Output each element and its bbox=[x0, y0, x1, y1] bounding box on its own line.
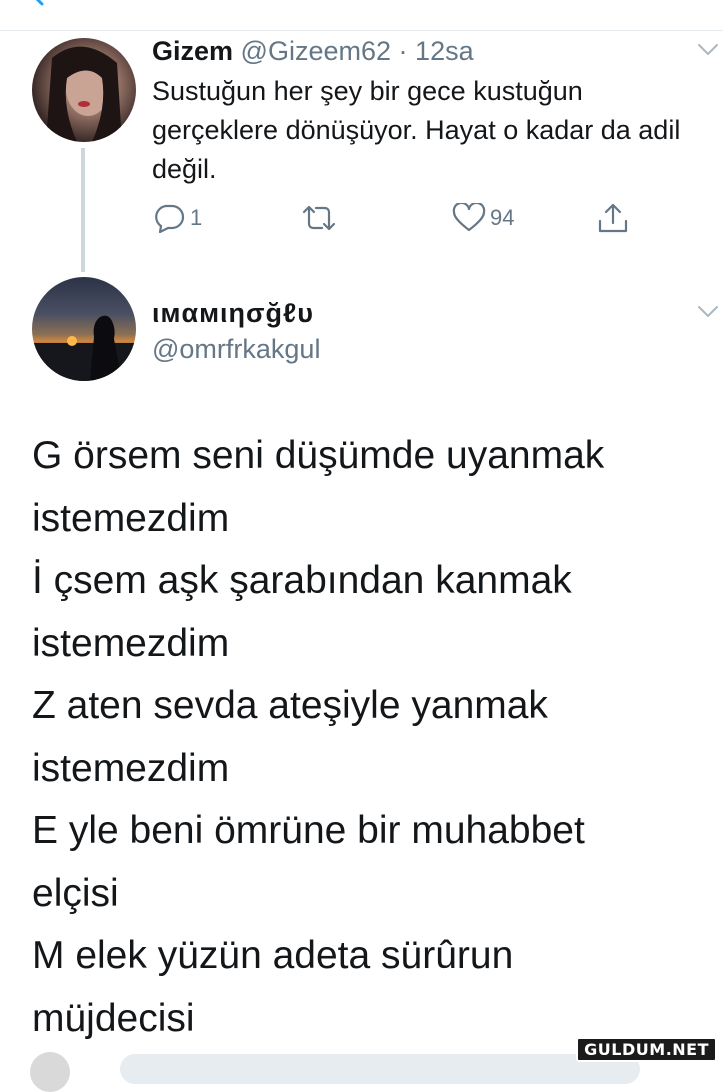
poem-line: İ çsem aşk şarabından kanmak bbox=[32, 559, 572, 602]
reply-icon bbox=[155, 204, 185, 233]
avatar[interactable] bbox=[32, 38, 136, 142]
retweet-icon bbox=[302, 205, 336, 231]
poem-line: elçisi bbox=[32, 871, 119, 915]
separator: · bbox=[398, 36, 408, 66]
tweet-actions: 1 94 bbox=[152, 198, 642, 238]
like-count: 94 bbox=[490, 205, 515, 230]
tweet-header: Gizem @Gizeem62 · 12sa bbox=[152, 34, 474, 68]
top-strip bbox=[0, 0, 723, 31]
share-icon bbox=[598, 203, 628, 233]
user-handle[interactable]: @omrfrkakgul bbox=[152, 332, 320, 366]
retweet-button[interactable] bbox=[300, 198, 342, 238]
user-handle[interactable]: @Gizeem62 bbox=[241, 36, 391, 66]
watermark: GULDUM.NET bbox=[576, 1037, 717, 1062]
poem-line: M elek yüzün adeta sürûrun bbox=[32, 934, 514, 977]
reply-input[interactable] bbox=[120, 1054, 640, 1084]
tweet-time[interactable]: 12sa bbox=[415, 36, 474, 66]
poem-line: istemezdim bbox=[32, 496, 230, 540]
reply-count: 1 bbox=[190, 205, 203, 230]
avatar-photo bbox=[32, 315, 136, 381]
display-name[interactable]: Gizem bbox=[152, 36, 233, 66]
poem-line: istemezdim bbox=[32, 621, 230, 665]
like-button[interactable]: 94 bbox=[452, 198, 514, 238]
avatar-photo bbox=[46, 46, 122, 142]
display-name[interactable]: ιмαмιησğℓυ bbox=[152, 296, 314, 330]
thread-connector bbox=[81, 148, 85, 272]
chevron-down-icon[interactable] bbox=[696, 304, 720, 320]
poem-line: E yle beni ömrüne bir muhabbet bbox=[32, 809, 585, 852]
tweet-text: Sustuğun her şey bir gece kustuğun gerçe… bbox=[152, 76, 681, 184]
poem-line: istemezdim bbox=[32, 746, 230, 790]
like-icon bbox=[452, 203, 486, 232]
avatar[interactable] bbox=[30, 1052, 70, 1092]
poem-line: G örsem seni düşümde uyanmak bbox=[32, 434, 605, 477]
tweet-text: G örsem seni düşümde uyanmak istemezdim … bbox=[32, 425, 712, 1050]
avatar[interactable] bbox=[32, 277, 136, 381]
reply-button[interactable]: 1 bbox=[152, 198, 202, 238]
share-button[interactable] bbox=[596, 198, 630, 238]
back-icon[interactable] bbox=[28, 0, 48, 6]
chevron-down-icon[interactable] bbox=[696, 42, 720, 58]
poem-line: Z aten sevda ateşiyle yanmak bbox=[32, 684, 548, 727]
